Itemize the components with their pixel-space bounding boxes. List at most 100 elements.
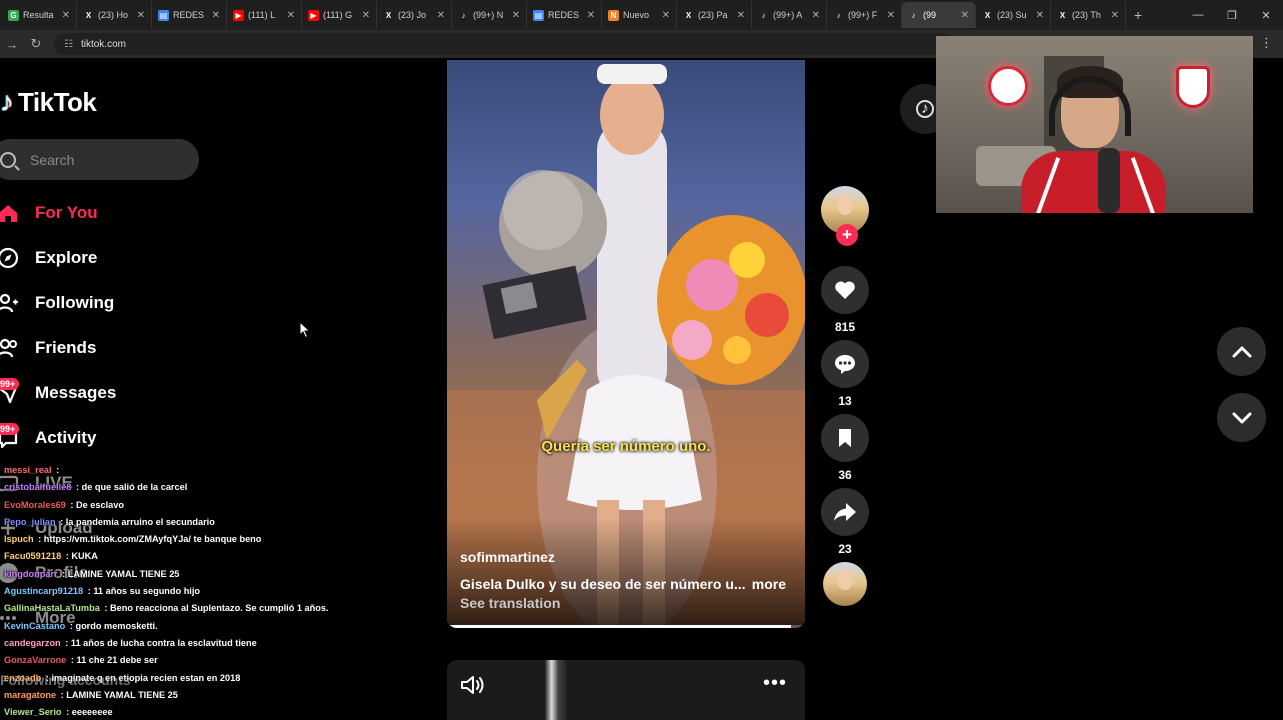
logo-text: TikTok (18, 86, 97, 117)
url-field[interactable]: ☷ tiktok.com (54, 33, 954, 55)
club-badge-left (988, 66, 1028, 106)
browser-tab[interactable]: X (23) Su ✕ (976, 2, 1051, 28)
browser-tab[interactable]: X (23) Jo ✕ (377, 2, 452, 28)
friends-icon (0, 338, 17, 357)
chat-message: cristobalfuelle8 : de que salió de la ca… (0, 479, 360, 496)
sound-avatar[interactable] (823, 562, 867, 606)
sidebar-item-label: Friends (35, 337, 97, 357)
browser-tab[interactable]: G Resulta ✕ (2, 2, 77, 28)
video-progress-bar[interactable] (447, 625, 805, 628)
tab-label: (99+) N (473, 10, 504, 20)
tab-close-icon[interactable]: ✕ (206, 10, 220, 21)
chat-username: lspuch (4, 534, 34, 545)
share-button[interactable] (821, 488, 869, 536)
tiktok-logo[interactable]: ♪ TikTok (0, 86, 97, 118)
url-text: tiktok.com (80, 38, 126, 50)
tab-close-icon[interactable]: ✕ (1105, 10, 1119, 21)
video-author[interactable]: sofimmartinez (460, 549, 555, 565)
chat-message: maragatone : LAMINE YAMAL TIENE 25 (0, 687, 360, 704)
browser-tab[interactable]: ▤ REDES ✕ (152, 2, 227, 28)
video-player[interactable]: Quería ser número uno. sofimmartinez Gis… (447, 60, 805, 628)
chat-username: GallinaHastaLaTumba (4, 603, 100, 614)
browser-tab[interactable]: ♪ (99+) N ✕ (452, 2, 527, 28)
browser-tab[interactable]: X (23) Pa ✕ (677, 2, 752, 28)
chat-separator: : (53, 465, 60, 475)
chat-text: la pandemia arruino el secundario (65, 516, 215, 527)
tab-close-icon[interactable]: ✕ (431, 10, 445, 21)
sidebar-item-explore[interactable]: Explore (0, 235, 260, 280)
browser-tab[interactable]: ▶ (111) G ✕ (302, 2, 377, 28)
reload-icon[interactable]: ↻ (24, 36, 48, 52)
tab-favicon-icon: X (85, 10, 92, 20)
tab-label: (99+) A (773, 10, 803, 20)
maximize-icon[interactable]: ❐ (1215, 9, 1249, 22)
sidebar-item-label: For You (35, 202, 98, 222)
browser-tab[interactable]: X (23) Th ✕ (1051, 2, 1126, 28)
previous-video-button[interactable] (1217, 327, 1266, 376)
sidebar-item-activity[interactable]: 99+ Activity (0, 415, 260, 460)
tab-favicon-icon: X (1059, 10, 1066, 20)
see-translation-link[interactable]: See translation (460, 595, 560, 611)
tab-close-icon[interactable]: ✕ (581, 10, 595, 21)
more-options-icon[interactable]: ••• (763, 672, 787, 695)
forward-icon[interactable]: → (0, 37, 24, 52)
chat-username: maragatone (4, 689, 57, 700)
tab-close-icon[interactable]: ✕ (506, 10, 520, 21)
description-more-button[interactable]: more (752, 576, 786, 592)
browser-tab[interactable]: N Nuevo ✕ (602, 2, 677, 28)
like-button[interactable] (821, 266, 869, 314)
tab-favicon-icon: ♪ (461, 10, 466, 20)
share-icon (834, 503, 856, 521)
notification-badge: 99+ (0, 423, 20, 435)
browser-tab[interactable]: X (23) Ho ✕ (77, 2, 152, 28)
comment-icon (835, 355, 855, 374)
chat-username: GonzaVarrone (4, 655, 67, 666)
site-info-icon[interactable]: ☷ (64, 39, 73, 50)
browser-tab[interactable]: ▤ REDES ✕ (527, 2, 602, 28)
sidebar-item-label: Activity (35, 427, 97, 447)
chat-message: messi_real : (0, 462, 360, 479)
chat-separator: : (101, 603, 110, 614)
tab-close-icon[interactable]: ✕ (1030, 10, 1044, 21)
chat-message: Viewer_Serio : eeeeeeee (0, 704, 360, 720)
chat-message: Pepo_julian : la pandemia arruino el sec… (0, 514, 360, 531)
tab-close-icon[interactable]: ✕ (356, 10, 370, 21)
save-button[interactable] (821, 414, 869, 462)
notification-badge: 99+ (0, 378, 20, 390)
tab-close-icon[interactable]: ✕ (731, 10, 745, 21)
tab-close-icon[interactable]: ✕ (131, 10, 145, 21)
chat-message: Agustincarp91218 : 11 años su segundo hi… (0, 583, 360, 600)
volume-icon[interactable] (459, 674, 485, 696)
tab-close-icon[interactable]: ✕ (281, 10, 295, 21)
follow-plus-icon[interactable]: + (836, 224, 858, 246)
sidebar-item-friends[interactable]: Friends (0, 325, 260, 370)
tab-favicon-icon: ▶ (308, 9, 319, 21)
browser-tab[interactable]: ♪ (99+) F ✕ (827, 2, 902, 28)
new-tab-button[interactable]: + (1126, 7, 1150, 23)
tab-favicon-icon: ▤ (533, 9, 544, 21)
sidebar-item-messages[interactable]: 99+ Messages (0, 370, 260, 415)
tab-close-icon[interactable]: ✕ (806, 10, 820, 21)
tab-close-icon[interactable]: ✕ (881, 10, 895, 21)
tab-close-icon[interactable]: ✕ (955, 10, 969, 21)
browser-menu-icon[interactable]: ⋮ (1260, 35, 1273, 51)
minimize-icon[interactable]: — (1181, 9, 1215, 21)
search-bar[interactable] (0, 139, 199, 180)
next-video-button[interactable] (1217, 393, 1266, 442)
tab-favicon-icon: X (385, 10, 392, 20)
browser-tab[interactable]: ♪ (99 ✕ (902, 2, 976, 28)
tab-favicon-icon: ♪ (761, 10, 766, 20)
sidebar-item-following[interactable]: Following (0, 280, 260, 325)
tab-close-icon[interactable]: ✕ (656, 10, 670, 21)
next-video-preview[interactable]: ••• (447, 660, 805, 720)
search-input[interactable] (30, 151, 180, 168)
browser-tab[interactable]: ▶ (111) L ✕ (227, 2, 302, 28)
tab-favicon-icon: N (608, 9, 619, 21)
comment-button[interactable] (821, 340, 869, 388)
browser-tab[interactable]: ♪ (99+) A ✕ (752, 2, 827, 28)
sidebar-item-for-you[interactable]: For You (0, 190, 260, 235)
close-window-icon[interactable]: ✕ (1249, 9, 1283, 22)
chat-text: LAMINE YAMAL TIENE 25 (66, 689, 178, 700)
tab-close-icon[interactable]: ✕ (56, 10, 70, 21)
tab-favicon-icon: X (984, 10, 991, 20)
